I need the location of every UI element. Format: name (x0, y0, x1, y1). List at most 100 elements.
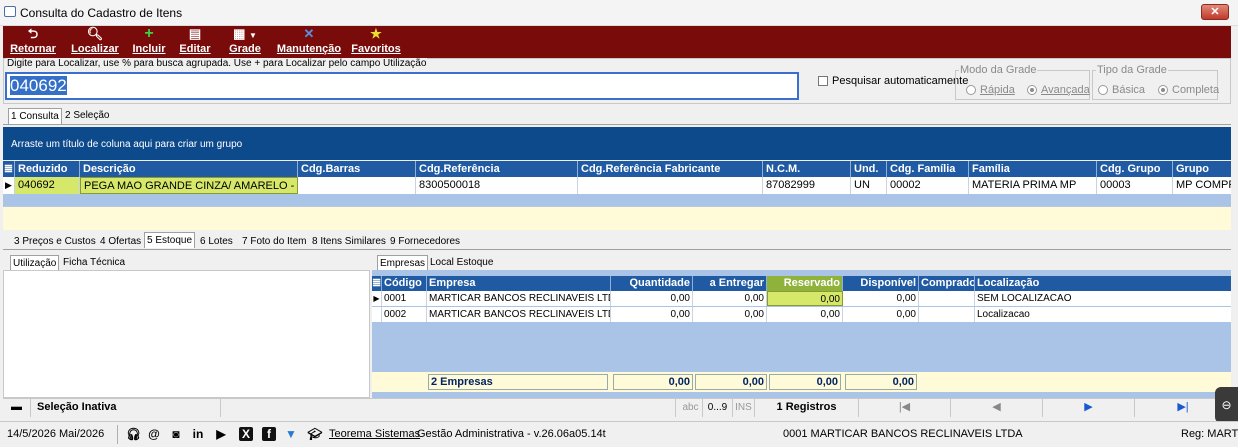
linkedin-icon[interactable]: in (191, 427, 205, 441)
cell-cdg-grupo[interactable]: 00003 (1097, 177, 1173, 194)
col-cdg-barras[interactable]: Cdg.Barras (298, 161, 416, 177)
cell-localizacao[interactable]: Localizacao (975, 307, 1231, 322)
cell-quantidade[interactable]: 0,00 (611, 291, 693, 306)
localizar-button[interactable]: 🔍︎ Localizar (69, 26, 121, 58)
col-ncm[interactable]: N.C.M. (763, 161, 851, 177)
stock-column-chooser-icon[interactable]: ≣ (372, 276, 382, 291)
column-chooser-icon[interactable]: ≣ (3, 161, 15, 177)
tab-precos-custos[interactable]: 3 Preços e Custos (12, 234, 98, 250)
col-disponivel[interactable]: Disponível (843, 276, 919, 291)
tipo-basica-radio[interactable] (1098, 85, 1108, 95)
tab-fornecedores[interactable]: 9 Fornecedores (388, 234, 462, 250)
modo-avancada-radio[interactable] (1027, 85, 1037, 95)
cell-cdg-barras[interactable] (298, 177, 416, 194)
graduation-cap-icon[interactable]: 🎓︎ (305, 427, 325, 441)
first-record-button[interactable]: |◀ (859, 399, 951, 417)
cell-codigo[interactable]: 0002 (382, 307, 427, 322)
retornar-button[interactable]: ⮌ Retornar (7, 26, 59, 58)
instagram-icon[interactable]: ◙ (169, 427, 183, 441)
editar-button[interactable]: ▤ Editar (177, 26, 213, 58)
col-reservado[interactable]: Reservado (767, 276, 843, 291)
facebook-icon[interactable]: f (262, 427, 276, 441)
col-empresa[interactable]: Empresa (427, 276, 611, 291)
num-indicator: 0...9 (703, 399, 733, 417)
col-cdg-familia[interactable]: Cdg. Família (887, 161, 969, 177)
cell-empresa[interactable]: MARTICAR BANCOS RECLINAVEIS LTD (427, 307, 611, 322)
incluir-button[interactable]: + Incluir (129, 26, 169, 58)
search-input[interactable]: 040692 (5, 72, 799, 100)
col-comprado[interactable]: Comprado (919, 276, 975, 291)
cell-a-entregar[interactable]: 0,00 (693, 307, 767, 322)
row-indicator (372, 307, 382, 322)
cell-cdg-referencia[interactable]: 8300500018 (416, 177, 578, 194)
col-cdg-grupo[interactable]: Cdg. Grupo (1097, 161, 1173, 177)
x-twitter-icon[interactable]: X (239, 427, 253, 441)
tab-empresas[interactable]: Empresas (377, 255, 429, 271)
col-grupo[interactable]: Grupo (1173, 161, 1231, 177)
col-und[interactable]: Und. (851, 161, 887, 177)
teorema-link[interactable]: Teorema Sistemas (329, 422, 420, 447)
manutencao-button[interactable]: ✕ Manutenção (276, 26, 342, 58)
cell-disponivel[interactable]: 0,00 (843, 307, 919, 322)
cell-ncm[interactable]: 87082999 (763, 177, 851, 194)
tab-ofertas[interactable]: 4 Ofertas (98, 234, 143, 250)
cell-reservado[interactable]: 0,00 (767, 307, 843, 322)
prev-record-button[interactable]: ◀ (951, 399, 1043, 417)
tab-consulta[interactable]: 1 Consulta (8, 108, 62, 124)
cell-comprado[interactable] (919, 307, 975, 322)
col-a-entregar[interactable]: a Entregar (693, 276, 767, 291)
cell-reservado[interactable]: 0,00 (767, 291, 843, 306)
tab-foto-item[interactable]: 7 Foto do Item (240, 234, 308, 250)
cell-disponivel[interactable]: 0,00 (843, 291, 919, 306)
side-panel-handle-icon[interactable]: ⊖ (1215, 387, 1238, 423)
close-button[interactable]: ✕ (1201, 4, 1229, 20)
filter-icon[interactable]: ▼ (284, 427, 298, 441)
auto-search-checkbox[interactable] (818, 76, 828, 86)
cell-a-entregar[interactable]: 0,00 (693, 291, 767, 306)
cell-quantidade[interactable]: 0,00 (611, 307, 693, 322)
cell-localizacao[interactable]: SEM LOCALIZACAO (975, 291, 1231, 306)
col-cdg-ref-fabricante[interactable]: Cdg.Referência Fabricante (578, 161, 763, 177)
cell-und[interactable]: UN (851, 177, 887, 194)
col-cdg-referencia[interactable]: Cdg.Referência (416, 161, 578, 177)
tab-lotes[interactable]: 6 Lotes (198, 234, 235, 250)
headset-icon[interactable]: 🎧︎ (126, 427, 141, 441)
cell-cdg-familia[interactable]: 00002 (887, 177, 969, 194)
search-icon: 🔍︎ (86, 26, 104, 41)
cell-empresa[interactable]: MARTICAR BANCOS RECLINAVEIS LTD (427, 291, 611, 306)
email-at-icon[interactable]: @ (147, 427, 161, 441)
detail-tab-divider (3, 249, 1231, 250)
cell-codigo[interactable]: 0001 (382, 291, 427, 306)
cell-cdg-ref-fabricante[interactable] (578, 177, 763, 194)
modo-avancada-label: Avançada (1041, 84, 1090, 96)
tab-local-estoque[interactable]: Local Estoque (428, 255, 495, 271)
cell-comprado[interactable] (919, 291, 975, 306)
group-by-panel[interactable]: Arraste um título de coluna aqui para cr… (3, 127, 1231, 160)
tipo-completa-label: Completa (1172, 84, 1220, 96)
tab-itens-similares[interactable]: 8 Itens Similares (310, 234, 388, 250)
tab-utilizacao[interactable]: Utilização (10, 255, 60, 271)
modo-rapida-radio[interactable] (966, 85, 976, 95)
table-row[interactable]: ▶ 0001 MARTICAR BANCOS RECLINAVEIS LTD 0… (372, 291, 1231, 306)
next-record-button[interactable]: ▶ (1043, 399, 1135, 417)
cell-grupo[interactable]: MP COMPRA (1173, 177, 1231, 194)
tab-estoque[interactable]: 5 Estoque (144, 232, 196, 248)
tab-ficha-tecnica[interactable]: Ficha Técnica (61, 255, 127, 271)
col-descricao[interactable]: Descrição (80, 161, 298, 177)
col-reduzido[interactable]: Reduzido (15, 161, 80, 177)
col-familia[interactable]: Família (969, 161, 1097, 177)
col-quantidade[interactable]: Quantidade (611, 276, 693, 291)
grid-icon: ▦ ▼ (233, 26, 257, 41)
tab-selecao[interactable]: 2 Seleção (63, 108, 111, 124)
cell-reduzido[interactable]: 040692 (15, 177, 80, 194)
youtube-icon[interactable]: ▶ (214, 427, 228, 441)
favoritos-button[interactable]: ★ Favoritos (349, 26, 403, 58)
table-row[interactable]: ▶ 040692 PEGA MAO GRANDE CINZA/ AMARELO … (3, 177, 1231, 194)
col-codigo[interactable]: Código (382, 276, 427, 291)
table-row[interactable]: 0002 MARTICAR BANCOS RECLINAVEIS LTD 0,0… (372, 307, 1231, 322)
tipo-completa-radio[interactable] (1158, 85, 1168, 95)
cell-descricao[interactable]: PEGA MAO GRANDE CINZA/ AMARELO - GLOV (80, 177, 298, 194)
grade-button[interactable]: ▦ ▼ Grade (221, 26, 269, 58)
cell-familia[interactable]: MATERIA PRIMA MP (969, 177, 1097, 194)
col-localizacao[interactable]: Localização (975, 276, 1231, 291)
